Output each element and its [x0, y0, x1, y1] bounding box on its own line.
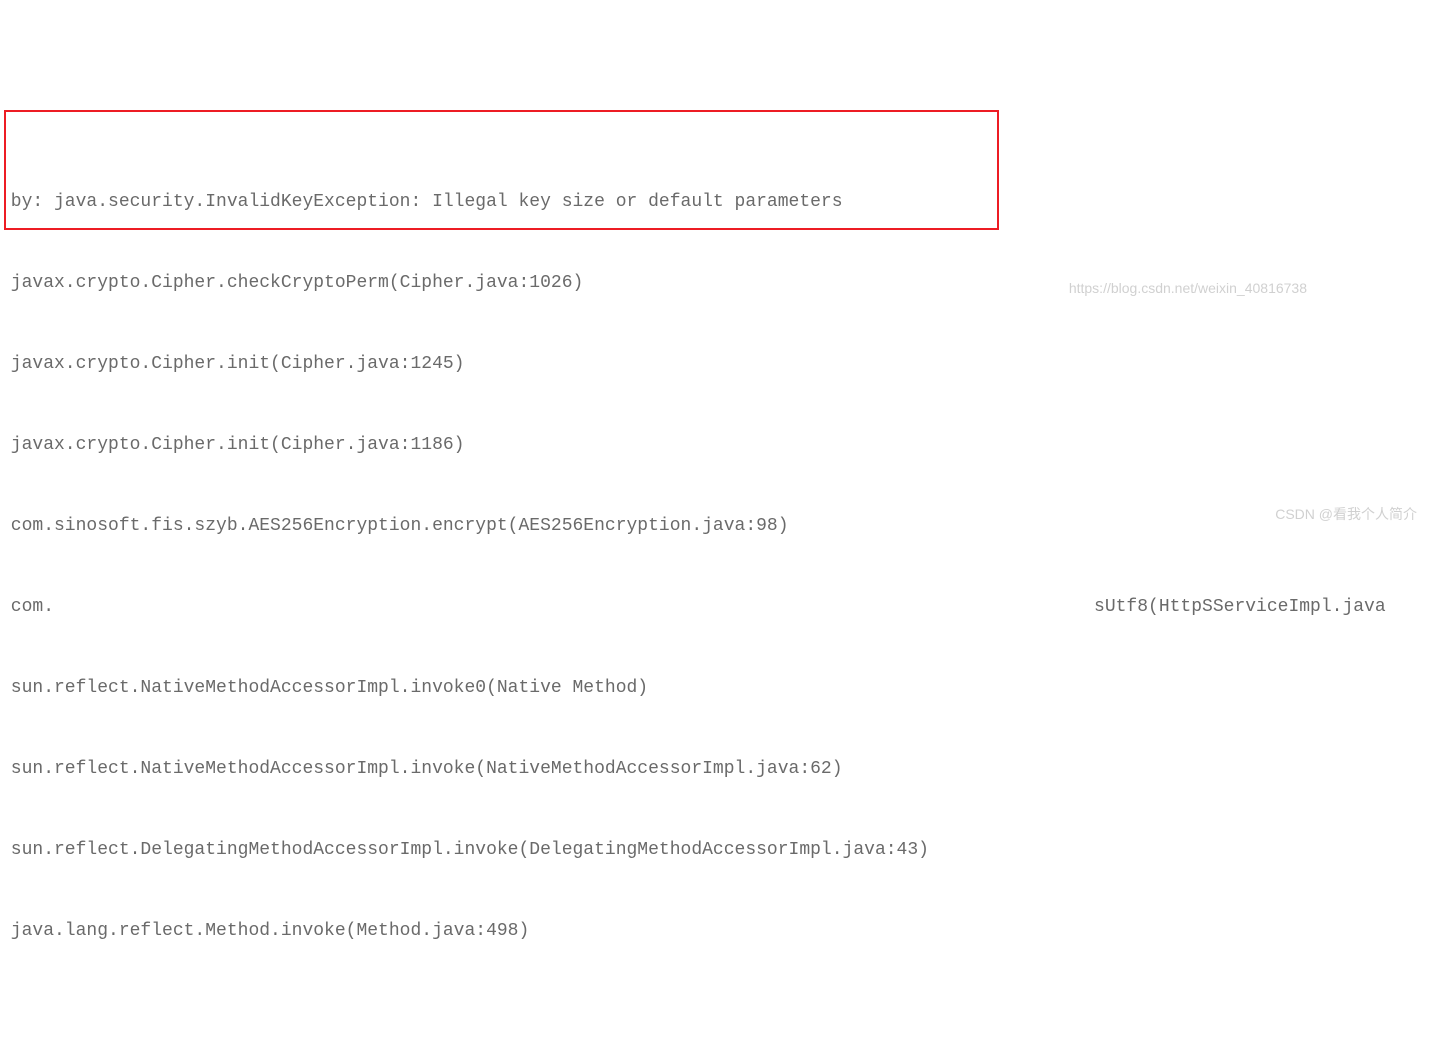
- stacktrace-block-1: by: java.security.InvalidKeyException: I…: [0, 108, 1447, 972]
- trace-line: com. sUtf8(HttpSServiceImpl.java: [0, 594, 1447, 621]
- trace-line: javax.crypto.Cipher.init(Cipher.java:118…: [0, 432, 1447, 459]
- trace-line-left: com.: [0, 597, 54, 617]
- spacer: [0, 1026, 1447, 1056]
- trace-line: sun.reflect.DelegatingMethodAccessorImpl…: [0, 837, 1447, 864]
- trace-line: java.lang.reflect.Method.invoke(Method.j…: [0, 918, 1447, 945]
- trace-line: sun.reflect.NativeMethodAccessorImpl.inv…: [0, 756, 1447, 783]
- trace-line: by: java.security.InvalidKeyException: I…: [0, 189, 1447, 216]
- trace-line: javax.crypto.Cipher.checkCryptoPerm(Ciph…: [0, 270, 1447, 297]
- trace-line: javax.crypto.Cipher.init(Cipher.java:124…: [0, 351, 1447, 378]
- trace-line: sun.reflect.NativeMethodAccessorImpl.inv…: [0, 675, 1447, 702]
- trace-line-right: sUtf8(HttpSServiceImpl.java: [1094, 597, 1386, 617]
- trace-line: com.sinosoft.fis.szyb.AES256Encryption.e…: [0, 513, 1447, 540]
